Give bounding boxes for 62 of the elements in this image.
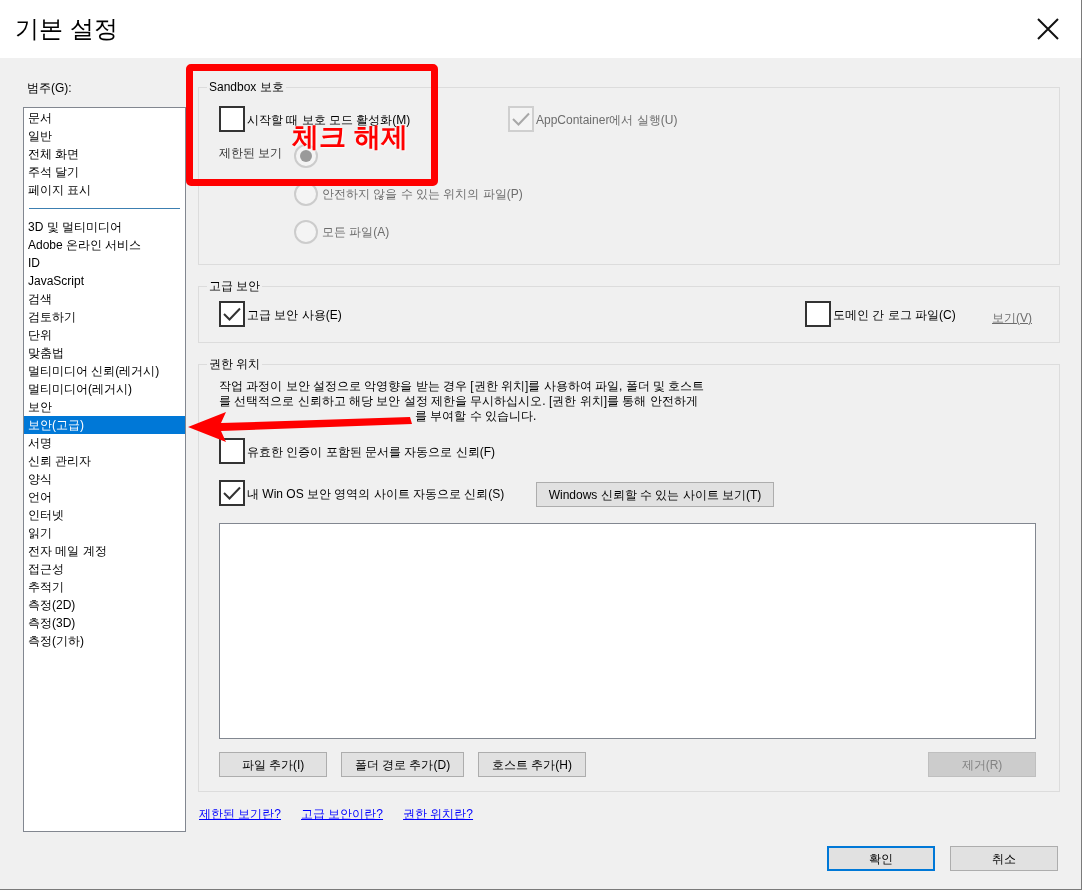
radio-label: 모든 파일(A)	[322, 224, 390, 241]
category-item[interactable]: 측정(기하)	[24, 632, 185, 650]
radio-label: 안전하지 않을 수 있는 위치의 파일(P)	[322, 186, 523, 203]
checkbox[interactable]	[219, 106, 245, 132]
checkmark-icon	[512, 112, 530, 126]
dialog-button[interactable]: 폴더 경로 추가(D)	[341, 752, 464, 777]
checkbox[interactable]	[219, 438, 245, 464]
dialog-button[interactable]: 취소	[950, 846, 1058, 871]
checkbox[interactable]	[219, 480, 245, 506]
help-link[interactable]: 고급 보안이란?	[301, 805, 384, 823]
dialog-button[interactable]: 확인	[827, 846, 935, 871]
window-title: 기본 설정	[15, 14, 118, 44]
group-title: 고급 보안	[208, 278, 262, 295]
checkmark-icon	[223, 307, 241, 321]
category-item[interactable]: 전자 메일 계정	[24, 542, 185, 560]
category-item[interactable]: 읽기	[24, 524, 185, 542]
category-item[interactable]: 3D 및 멀티미디어	[24, 218, 185, 236]
close-icon[interactable]	[1037, 18, 1059, 40]
description-text: 를 부여할 수 있습니다.	[414, 409, 538, 424]
category-label: 범주(G):	[26, 80, 73, 97]
checkbox-label: 내 Win OS 보안 영역의 사이트 자동으로 신뢰(S)	[247, 486, 505, 503]
category-item[interactable]: 맞춤법	[24, 344, 185, 362]
category-item[interactable]: 주석 달기	[24, 163, 185, 181]
category-item[interactable]: 멀티미디어 신뢰(레거시)	[24, 362, 185, 380]
category-item[interactable]: 멀티미디어(레거시)	[24, 380, 185, 398]
category-item[interactable]: JavaScript	[24, 272, 185, 290]
category-item[interactable]: 문서	[24, 109, 185, 127]
category-item[interactable]: Adobe 온라인 서비스	[24, 236, 185, 254]
checkmark-icon	[223, 486, 241, 500]
checkbox-label: 고급 보안 사용(E)	[247, 307, 342, 324]
category-item[interactable]: 검토하기	[24, 308, 185, 326]
category-item[interactable]: 보안	[24, 398, 185, 416]
category-item[interactable]: 양식	[24, 470, 185, 488]
group-title: Sandbox 보호	[208, 79, 285, 96]
category-item[interactable]: 서명	[24, 434, 185, 452]
category-item[interactable]: 검색	[24, 290, 185, 308]
category-item[interactable]: 단위	[24, 326, 185, 344]
protected-view-label: 제한된 보기	[219, 145, 284, 162]
category-item[interactable]: 페이지 표시	[24, 181, 185, 199]
checkbox-label: 유효한 인증이 포함된 문서를 자동으로 신뢰(F)	[247, 444, 495, 461]
category-item[interactable]: 인터넷	[24, 506, 185, 524]
category-item[interactable]: 측정(3D)	[24, 614, 185, 632]
dialog-button[interactable]: Windows 신뢰할 수 있는 사이트 보기(T)	[536, 482, 774, 507]
checkbox-label: AppContainer에서 실행(U)	[536, 112, 678, 129]
help-link[interactable]: 권한 위치란?	[403, 805, 474, 823]
category-item[interactable]: ID	[24, 254, 185, 272]
category-item[interactable]: 신뢰 관리자	[24, 452, 185, 470]
dialog-button[interactable]: 파일 추가(I)	[219, 752, 327, 777]
category-item[interactable]: 추적기	[24, 578, 185, 596]
category-item[interactable]: 언어	[24, 488, 185, 506]
category-item[interactable]: 접근성	[24, 560, 185, 578]
description-text: 작업 과정이 보안 설정으로 악영향을 받는 경우 [권한 위치]를 사용하여 파일, 폴더 및 호스트를 선택적으로 신뢰하고 해당 보안 설정 제한을 무시하십시오. [권한 위치]를 통해 안전하게	[219, 379, 706, 409]
category-item[interactable]: 보안(고급)	[24, 416, 185, 434]
category-item[interactable]: 측정(2D)	[24, 596, 185, 614]
category-item[interactable]: 일반	[24, 127, 185, 145]
checkbox-label: 도메인 간 로그 파일(C)	[833, 307, 956, 324]
group-title: 권한 위치	[208, 356, 262, 373]
category-item[interactable]: 전체 화면	[24, 145, 185, 163]
checkbox[interactable]	[805, 301, 831, 327]
checkbox[interactable]	[219, 301, 245, 327]
dialog-button[interactable]: 호스트 추가(H)	[478, 752, 586, 777]
help-link[interactable]: 제한된 보기란?	[199, 805, 281, 823]
